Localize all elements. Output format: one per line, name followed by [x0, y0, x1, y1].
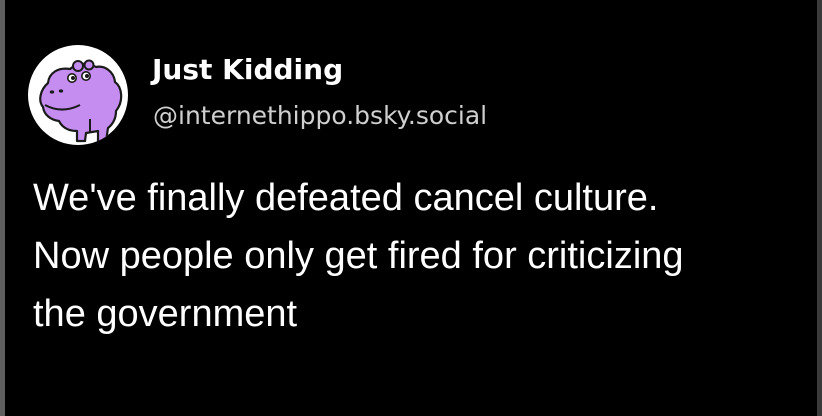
purple-hippo-avatar-icon	[39, 59, 123, 143]
author-display-name[interactable]: Just Kidding	[152, 50, 343, 90]
screenshot-frame: Just Kidding @internethippo.bsky.social …	[0, 0, 822, 416]
post-text-line: Now people only get fired for criticizin…	[33, 235, 684, 277]
avatar[interactable]	[28, 45, 128, 145]
social-post: Just Kidding @internethippo.bsky.social …	[5, 0, 817, 416]
post-text-line: We've finally defeated cancel culture.	[33, 177, 659, 219]
post-body: We've finally defeated cancel culture. N…	[33, 169, 813, 343]
author-handle[interactable]: @internethippo.bsky.social	[153, 98, 487, 134]
post-text-line: the government	[33, 293, 298, 335]
